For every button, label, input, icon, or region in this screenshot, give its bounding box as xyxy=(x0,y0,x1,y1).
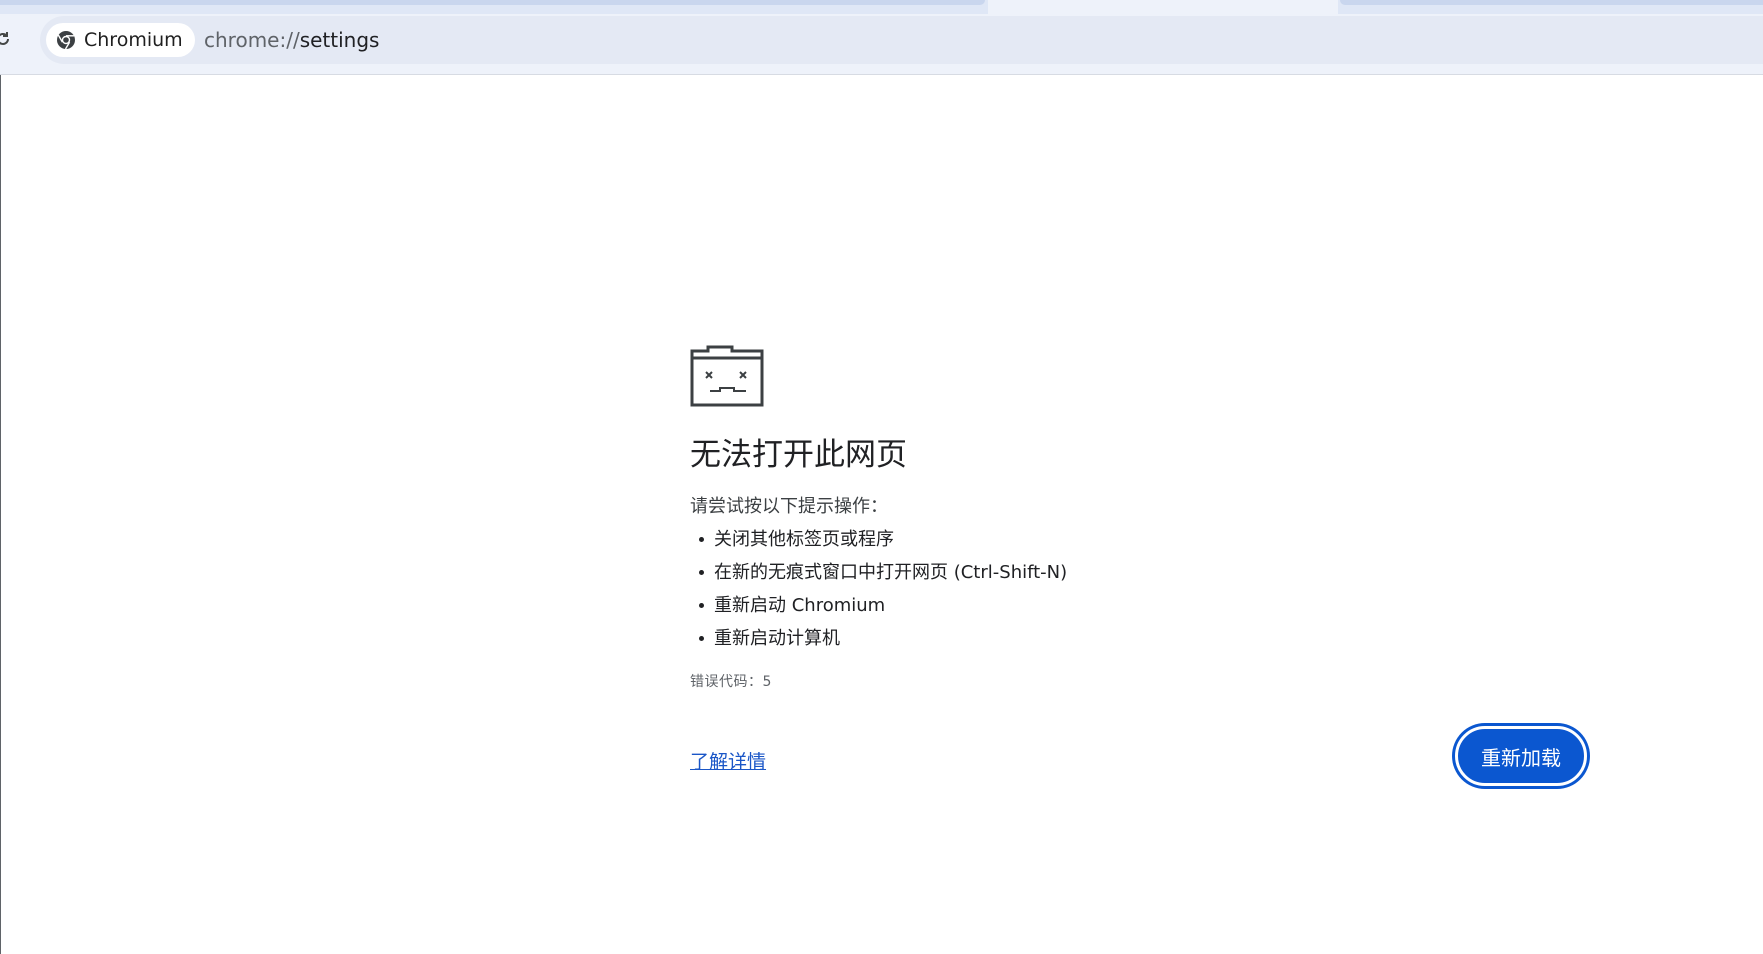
suggestion-item: 在新的无痕式窗口中打开网页 (Ctrl-Shift-N) xyxy=(690,556,1590,589)
chromium-logo-icon xyxy=(57,31,75,50)
suggestions-list: 关闭其他标签页或程序 在新的无痕式窗口中打开网页 (Ctrl-Shift-N) … xyxy=(690,523,1590,655)
site-info-chip[interactable]: Chromium xyxy=(46,23,195,57)
active-tab[interactable] xyxy=(988,0,1338,14)
toolbar: Chromium chrome://settings xyxy=(0,14,1763,75)
omnibox[interactable]: Chromium chrome://settings xyxy=(40,16,1763,64)
error-content: 无法打开此网页 请尝试按以下提示操作： 关闭其他标签页或程序 在新的无痕式窗口中… xyxy=(690,345,1590,786)
error-code: 错误代码：5 xyxy=(690,674,772,690)
tab-strip xyxy=(0,0,1763,14)
url-path: settings xyxy=(299,28,380,52)
url-scheme: chrome:// xyxy=(204,28,300,52)
sad-page-icon xyxy=(690,345,764,407)
address-url[interactable]: chrome://settings xyxy=(204,28,379,52)
error-title: 无法打开此网页 xyxy=(690,437,907,473)
suggestions-header: 请尝试按以下提示操作： xyxy=(690,496,888,517)
background-tab-left[interactable] xyxy=(0,0,985,5)
suggestion-item: 关闭其他标签页或程序 xyxy=(690,523,1590,556)
browser-window: Chromium chrome://settings 无法打开此网页 请尝试按以… xyxy=(0,0,1763,954)
reload-button[interactable]: 重新加载 xyxy=(1455,726,1587,786)
learn-more-link[interactable]: 了解详情 xyxy=(690,747,766,774)
reload-icon[interactable] xyxy=(0,30,12,48)
suggestion-item: 重新启动 Chromium xyxy=(690,589,1590,622)
background-tab-right[interactable] xyxy=(1340,0,1763,5)
window-left-border xyxy=(0,75,1,954)
site-chip-label: Chromium xyxy=(84,29,183,51)
suggestion-item: 重新启动计算机 xyxy=(690,622,1590,655)
